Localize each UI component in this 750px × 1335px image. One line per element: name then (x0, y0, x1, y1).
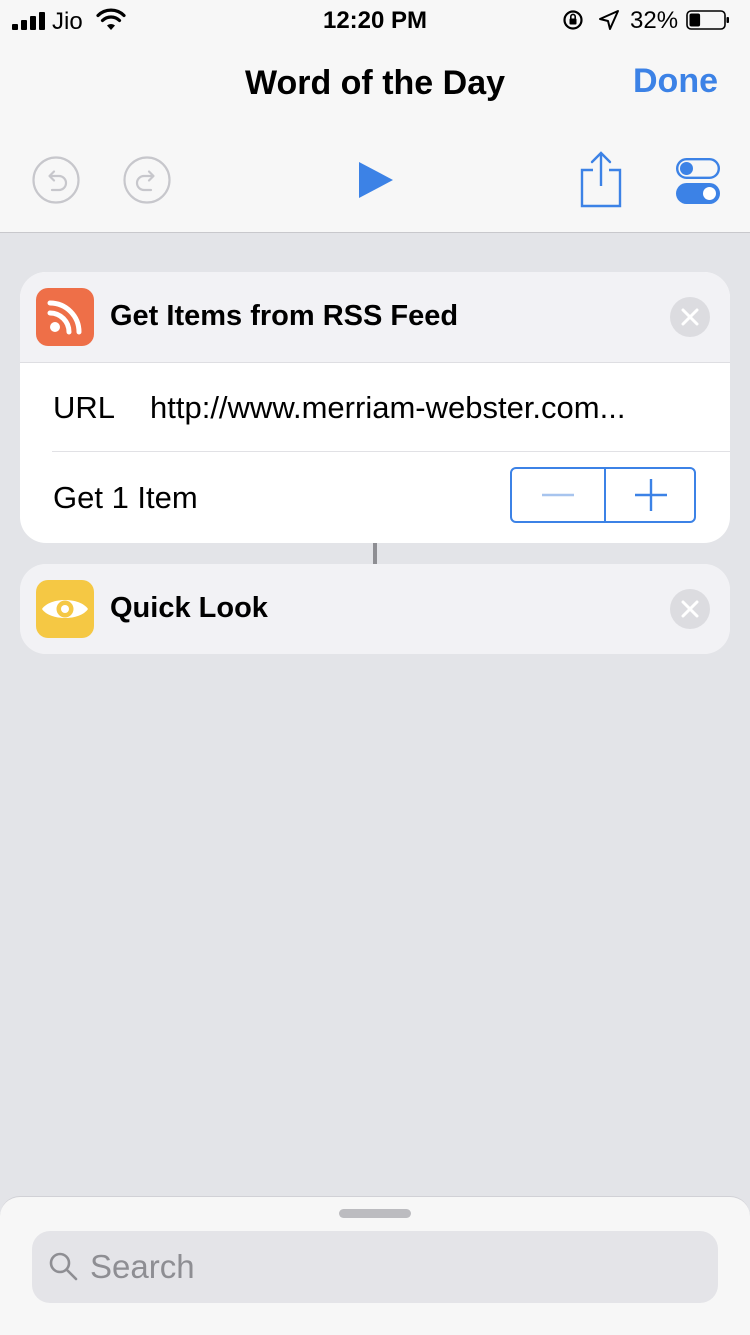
divider (52, 451, 730, 452)
card-header: Quick Look (20, 564, 730, 654)
item-count-label: Get 1 Item (53, 480, 198, 515)
decrement-button[interactable] (512, 469, 604, 521)
search-icon (49, 1252, 78, 1281)
play-icon[interactable] (355, 160, 395, 200)
share-icon[interactable] (578, 150, 624, 208)
nav-header: Word of the Day Done (0, 42, 750, 233)
minus-icon (542, 493, 574, 497)
rotation-lock-icon (563, 10, 583, 30)
quick-look-action-card[interactable]: Quick Look (20, 564, 730, 654)
url-label: URL (53, 390, 116, 425)
undo-icon[interactable] (32, 156, 80, 204)
item-count-stepper[interactable] (510, 467, 696, 523)
card-header: Get Items from RSS Feed (20, 272, 730, 363)
action-connector (373, 543, 377, 564)
done-button[interactable]: Done (633, 62, 718, 101)
actions-bottom-sheet[interactable] (0, 1196, 750, 1335)
redo-icon[interactable] (123, 156, 171, 204)
rss-feed-action-card[interactable]: Get Items from RSS Feed URL http://www.m… (20, 272, 730, 543)
search-input[interactable] (90, 1231, 690, 1303)
search-box[interactable] (32, 1231, 718, 1303)
plus-icon (635, 479, 667, 511)
url-field[interactable]: http://www.merriam-webster.com... (150, 390, 625, 426)
location-arrow-icon (599, 10, 619, 30)
sheet-grabber[interactable] (339, 1209, 411, 1218)
eye-icon (36, 580, 94, 638)
settings-toggle-icon[interactable] (676, 158, 720, 204)
remove-action-button[interactable] (670, 297, 710, 337)
card-title: Quick Look (110, 592, 268, 624)
remove-action-button[interactable] (670, 589, 710, 629)
rss-icon (36, 288, 94, 346)
battery-icon (686, 10, 729, 30)
battery-percent: 32% (630, 7, 679, 34)
close-icon (681, 600, 699, 618)
card-title: Get Items from RSS Feed (110, 300, 459, 332)
close-icon (681, 308, 699, 326)
status-bar: Jio 12:20 PM 32% (0, 0, 750, 42)
increment-button[interactable] (604, 469, 698, 521)
